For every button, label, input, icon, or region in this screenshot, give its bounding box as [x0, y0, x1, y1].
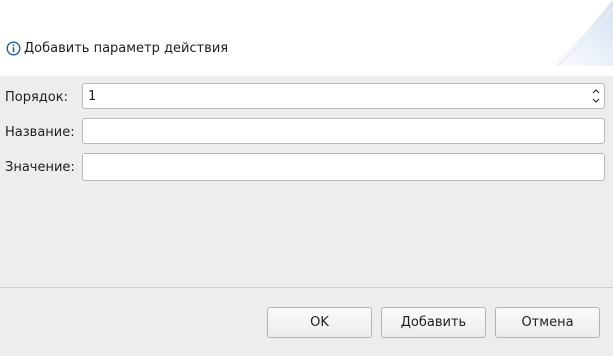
value-label: Значение:: [5, 160, 75, 175]
dialog-title: Добавить параметр действия: [6, 39, 228, 57]
value-field[interactable]: [82, 153, 605, 181]
info-icon: [6, 40, 21, 56]
name-field[interactable]: [82, 118, 605, 144]
order-row: Порядок: 1: [0, 83, 613, 113]
name-label: Название:: [5, 125, 75, 140]
header-decoration: [547, 0, 613, 66]
order-label: Порядок:: [5, 90, 68, 105]
dialog-header: Добавить параметр действия: [0, 0, 613, 76]
add-button[interactable]: Добавить: [381, 307, 486, 338]
spinner-arrows[interactable]: [590, 85, 602, 107]
dialog-title-text: Добавить параметр действия: [24, 40, 229, 56]
ok-button[interactable]: OK: [267, 307, 372, 338]
button-bar-separator: [0, 287, 613, 288]
add-action-parameter-dialog: Добавить параметр действия Порядок: 1 На…: [0, 0, 613, 356]
name-row: Название:: [0, 118, 613, 148]
spinner-down-icon: [592, 98, 600, 103]
spinner-up-icon: [592, 89, 600, 94]
value-row: Значение:: [0, 153, 613, 183]
cancel-button[interactable]: Отмена: [495, 307, 600, 338]
order-value[interactable]: 1: [88, 89, 96, 104]
order-spinner-field[interactable]: 1: [82, 83, 605, 109]
